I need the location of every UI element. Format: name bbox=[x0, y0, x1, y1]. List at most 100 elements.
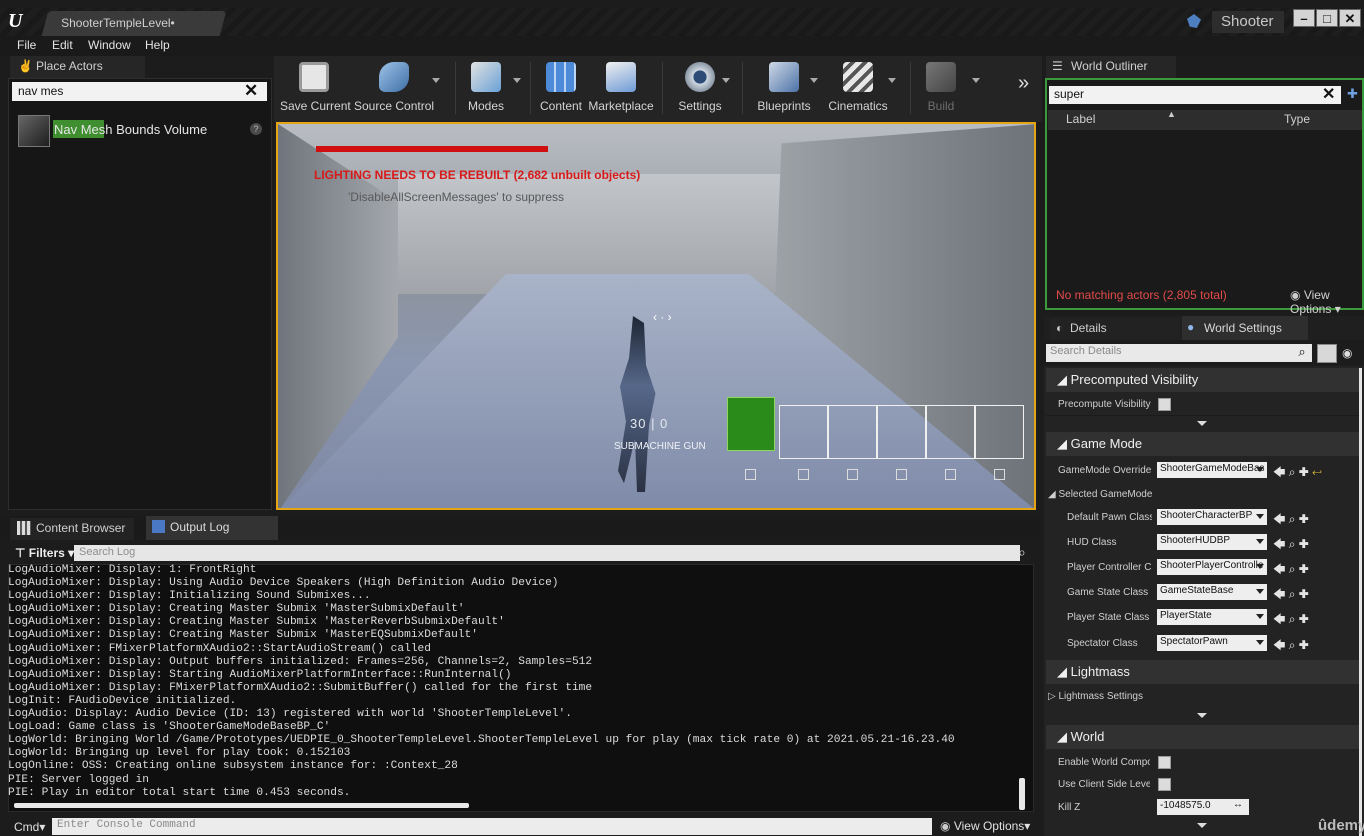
cinematics-button[interactable]: Cinematics bbox=[826, 58, 890, 118]
row-actions[interactable]: 🡄 ⌕ ✚ ↩ bbox=[1273, 463, 1322, 484]
help-icon[interactable]: ? bbox=[250, 123, 262, 135]
reset-arrow-icon[interactable]: ↩ bbox=[1312, 465, 1322, 479]
player-state-combo[interactable]: PlayerState bbox=[1157, 609, 1267, 625]
tab-content-browser[interactable]: Content Browser bbox=[10, 518, 134, 540]
project-name[interactable]: Shooter bbox=[1212, 11, 1284, 33]
category-label: Precomputed Visibility bbox=[1070, 372, 1199, 387]
client-side-streaming-checkbox[interactable] bbox=[1158, 778, 1171, 791]
property-group-label[interactable]: ◢ Selected GameMode bbox=[1048, 489, 1152, 500]
row-actions[interactable]: 🡄 ⌕ ✚ bbox=[1273, 560, 1309, 581]
chevron-down-icon bbox=[1256, 467, 1264, 472]
menu-file[interactable]: File bbox=[17, 38, 36, 52]
combo-value: GameStateBase bbox=[1160, 585, 1234, 596]
menu-help[interactable]: Help bbox=[145, 38, 170, 52]
settings-gear-icon bbox=[685, 62, 715, 92]
category-precomputed-visibility[interactable]: ◢ Precomputed Visibility bbox=[1046, 368, 1362, 392]
source-control-label: Source Control bbox=[354, 99, 435, 113]
content-button[interactable]: Content bbox=[538, 58, 584, 118]
category-label: Lightmass bbox=[1070, 664, 1130, 679]
minimize-button[interactable]: – bbox=[1293, 9, 1315, 27]
log-line: LogWorld: Bringing up level for play too… bbox=[8, 747, 351, 760]
category-lightmass[interactable]: ◢ Lightmass bbox=[1046, 660, 1362, 684]
expand-arrow-icon[interactable] bbox=[1197, 421, 1207, 426]
console-command-input[interactable]: Enter Console Command bbox=[52, 818, 932, 835]
row-actions[interactable]: 🡄 ⌕ ✚ bbox=[1273, 510, 1309, 531]
category-world[interactable]: ◢ World bbox=[1046, 725, 1362, 749]
settings-button[interactable]: Settings bbox=[676, 58, 724, 118]
drag-arrows-icon[interactable]: ↔ bbox=[1233, 799, 1243, 810]
visibility-eye-icon[interactable]: ◉ bbox=[1342, 346, 1352, 360]
column-label[interactable]: Label bbox=[1066, 112, 1095, 126]
build-button[interactable]: Build bbox=[918, 58, 964, 118]
filters-button[interactable]: ⊤ Filters ▾ bbox=[15, 546, 74, 560]
save-icon bbox=[299, 62, 329, 92]
spectator-class-combo[interactable]: SpectatorPawn bbox=[1157, 635, 1267, 651]
gamemode-override-combo[interactable]: ShooterGameModeBas bbox=[1157, 462, 1267, 478]
menu-edit[interactable]: Edit bbox=[52, 38, 73, 52]
menu-window[interactable]: Window bbox=[88, 38, 131, 52]
expand-arrow-icon[interactable] bbox=[1197, 823, 1207, 828]
unreal-logo-icon: U bbox=[8, 10, 23, 32]
row-actions[interactable]: 🡄 ⌕ ✚ bbox=[1273, 585, 1309, 606]
settings-dropdown-icon[interactable] bbox=[722, 78, 730, 83]
column-type[interactable]: Type bbox=[1284, 112, 1310, 126]
tab-world-settings[interactable]: ● World Settings bbox=[1182, 316, 1308, 340]
category-game-mode[interactable]: ◢ Game Mode bbox=[1046, 432, 1362, 456]
place-actors-tab-label: Place Actors bbox=[36, 59, 103, 73]
close-button[interactable]: ✕ bbox=[1339, 9, 1361, 27]
log-vertical-scrollbar[interactable] bbox=[1019, 778, 1025, 810]
tab-world-outliner[interactable]: ☰ World Outliner bbox=[1046, 56, 1176, 78]
player-controller-combo[interactable]: ShooterPlayerControlle bbox=[1157, 559, 1267, 575]
log-search-input[interactable]: Search Log bbox=[74, 545, 1020, 561]
world-composition-checkbox[interactable] bbox=[1158, 756, 1171, 769]
nav-mesh-bounds-icon[interactable] bbox=[18, 115, 50, 147]
document-tab[interactable]: ShooterTempleLevel• bbox=[41, 11, 227, 36]
level-viewport[interactable]: LIGHTING NEEDS TO BE REBUILT (2,682 unbu… bbox=[276, 122, 1036, 510]
default-pawn-combo[interactable]: ShooterCharacterBP bbox=[1157, 509, 1267, 525]
game-state-combo[interactable]: GameStateBase bbox=[1157, 584, 1267, 600]
marketplace-button[interactable]: Marketplace bbox=[588, 58, 654, 118]
chevron-down-icon bbox=[1256, 539, 1264, 544]
place-actors-search-input[interactable]: nav mes bbox=[12, 82, 267, 101]
blueprints-button[interactable]: Blueprints bbox=[754, 58, 814, 118]
row-actions[interactable]: 🡄 ⌕ ✚ bbox=[1273, 636, 1309, 657]
hud-class-combo[interactable]: ShooterHUDBP bbox=[1157, 534, 1267, 550]
save-current-button[interactable]: Save Current bbox=[280, 58, 351, 118]
chevron-down-icon bbox=[1256, 614, 1264, 619]
maximize-button[interactable]: □ bbox=[1316, 9, 1338, 27]
hotkey-marker bbox=[745, 469, 756, 480]
tab-details[interactable]: ◐ Details bbox=[1050, 318, 1180, 340]
expand-arrow-icon[interactable] bbox=[1197, 713, 1207, 718]
blueprints-dropdown-icon[interactable] bbox=[810, 78, 818, 83]
tab-output-log[interactable]: Output Log bbox=[146, 516, 278, 540]
toolbar-overflow-icon[interactable]: » bbox=[1018, 72, 1029, 95]
clear-search-icon[interactable]: ✕ bbox=[244, 81, 258, 101]
build-dropdown-icon[interactable] bbox=[972, 78, 980, 83]
pin-icon[interactable]: ✚ bbox=[1347, 86, 1358, 102]
tab-place-actors[interactable]: ✌ Place Actors bbox=[10, 56, 145, 78]
details-scrollbar[interactable] bbox=[1359, 368, 1362, 836]
combo-value: SpectatorPawn bbox=[1160, 636, 1228, 647]
log-horizontal-scrollbar[interactable] bbox=[14, 803, 469, 808]
details-search-input[interactable]: Search Details bbox=[1046, 344, 1312, 362]
row-actions[interactable]: 🡄 ⌕ ✚ bbox=[1273, 610, 1309, 631]
weapon-slot-icon bbox=[727, 397, 775, 451]
actor-list-item[interactable]: Nav Mesh Bounds Volume bbox=[54, 122, 207, 137]
cinematics-dropdown-icon[interactable] bbox=[888, 78, 896, 83]
outliner-search-input[interactable]: super bbox=[1049, 86, 1341, 104]
precompute-visibility-checkbox[interactable] bbox=[1158, 398, 1171, 411]
row-actions[interactable]: 🡄 ⌕ ✚ bbox=[1273, 535, 1309, 556]
outliner-view-options[interactable]: ◉ View Options ▾ bbox=[1290, 288, 1364, 316]
lightmass-settings-row[interactable]: ▷ Lightmass Settings bbox=[1048, 691, 1143, 702]
property-matrix-icon[interactable] bbox=[1317, 344, 1337, 363]
log-line: PIE: Server logged in bbox=[8, 773, 149, 786]
modes-dropdown-icon[interactable] bbox=[513, 78, 521, 83]
clear-search-icon[interactable]: ✕ bbox=[1322, 84, 1335, 104]
modes-button[interactable]: Modes bbox=[462, 58, 510, 118]
source-control-button[interactable]: Source Control bbox=[354, 58, 434, 118]
kill-z-input[interactable]: -1048575.0 ↔ bbox=[1157, 799, 1249, 815]
source-control-dropdown-icon[interactable] bbox=[432, 78, 440, 83]
chevron-down-icon bbox=[1256, 564, 1264, 569]
cmd-dropdown[interactable]: Cmd▾ bbox=[14, 820, 45, 834]
log-view-options[interactable]: ◉ View Options▾ bbox=[940, 819, 1030, 833]
